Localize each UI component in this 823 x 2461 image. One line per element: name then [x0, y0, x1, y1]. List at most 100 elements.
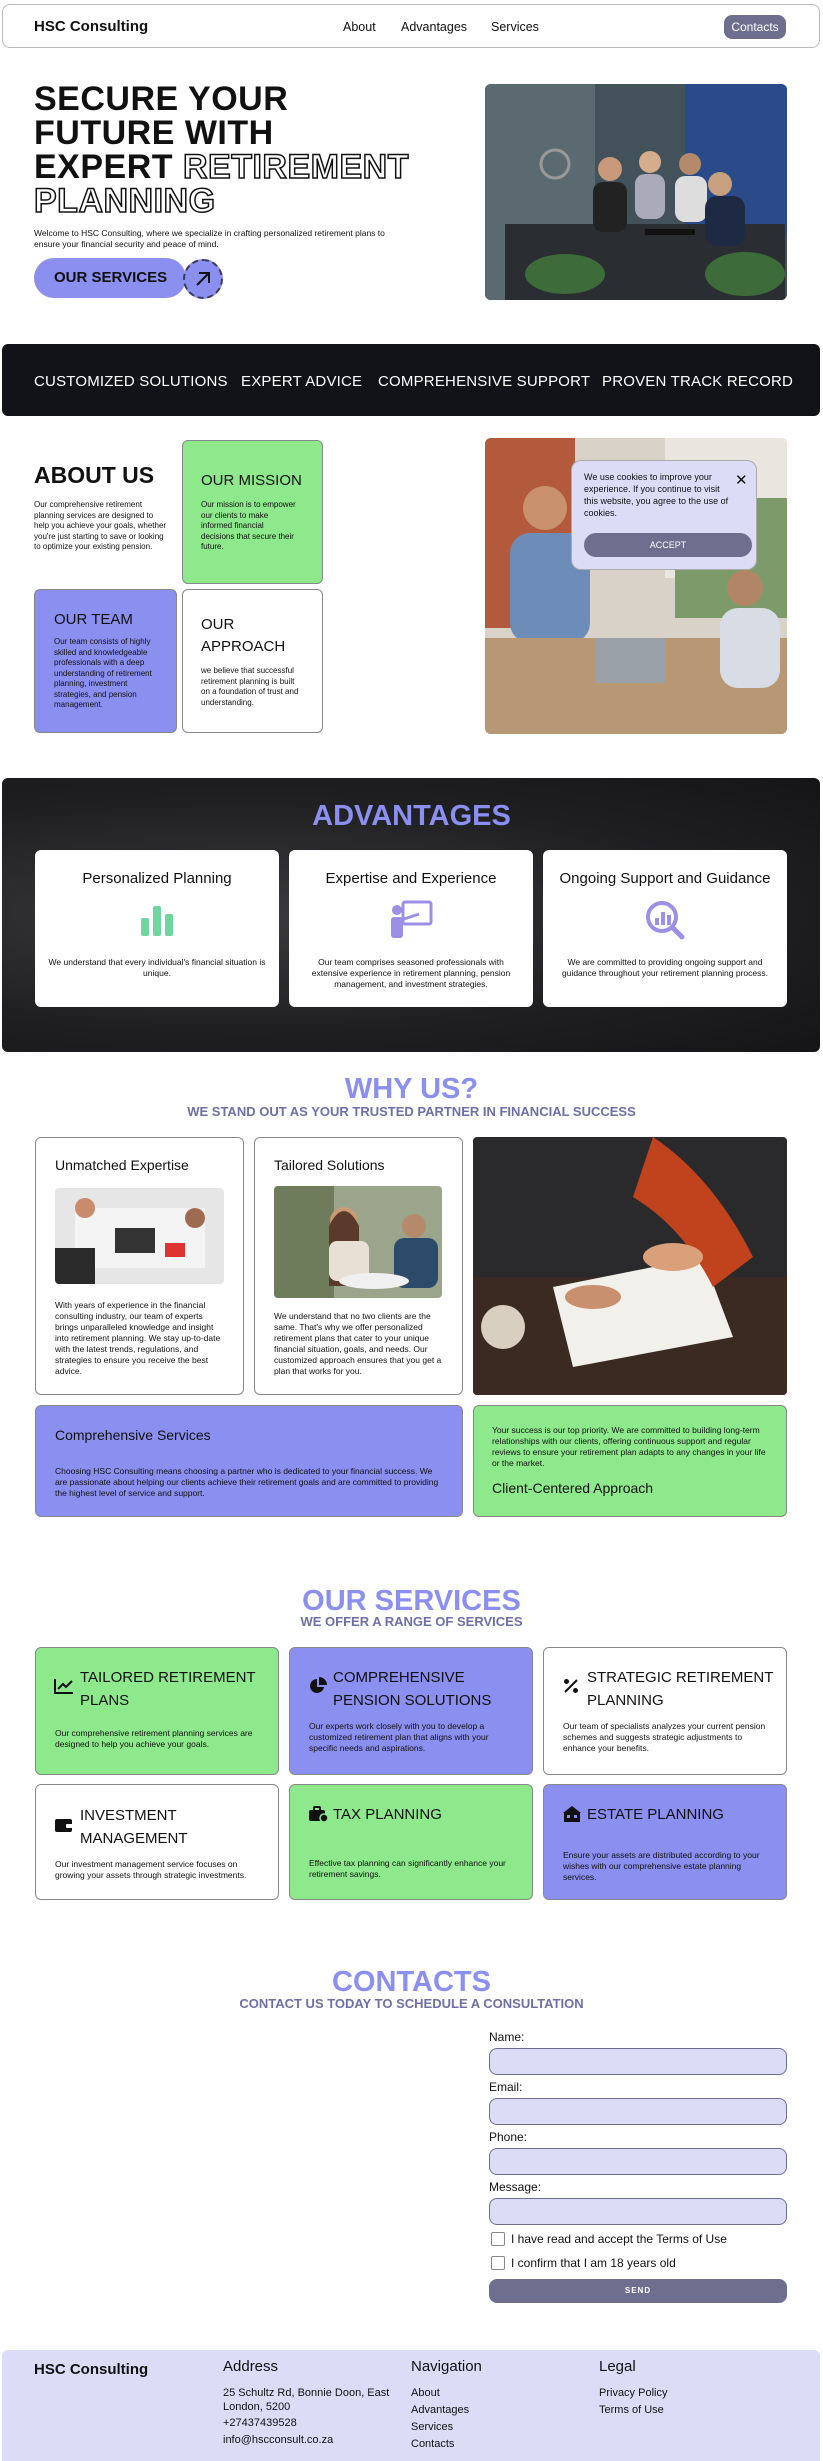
advantage-text: We are committed to providing ongoing su…	[561, 957, 769, 978]
message-field[interactable]	[489, 2198, 787, 2225]
nav-advantages[interactable]: Advantages	[401, 20, 467, 34]
footer-logo[interactable]: HSC Consulting	[34, 2361, 148, 2378]
approach-title: OUR APPROACH	[201, 616, 286, 655]
service-card[interactable]	[289, 1784, 533, 1900]
team-text: Our team consists of highly skilled and …	[54, 637, 152, 709]
expertise-photo	[55, 1188, 224, 1284]
service-text: Our experts work closely with you to dev…	[309, 1721, 489, 1753]
email-label: Email:	[489, 2080, 523, 2094]
comprehensive-card	[35, 1405, 463, 1517]
pie-chart-icon	[309, 1677, 327, 1700]
service-title: ESTATE PLANNING	[587, 1806, 724, 1823]
percent-icon	[563, 1678, 579, 1699]
advantage-text: Our team comprises seasoned professional…	[311, 957, 511, 989]
hero-title-outline: RETIREMENT	[182, 148, 409, 186]
close-icon[interactable]: ✕	[735, 471, 748, 489]
footer-phone[interactable]: +27437439528	[223, 2416, 297, 2430]
name-field[interactable]	[489, 2048, 787, 2075]
age-checkbox[interactable]	[491, 2256, 505, 2270]
service-title: INVESTMENT MANAGEMENT	[80, 1807, 188, 1847]
magnify-chart-icon	[645, 900, 685, 945]
comprehensive-text: Choosing HSC Consulting means choosing a…	[55, 1466, 439, 1498]
mission-text: Our mission is to empower our clients to…	[201, 500, 296, 551]
about-title: ABOUT US	[34, 462, 155, 488]
client-centered-text: Your success is our top priority. We are…	[492, 1425, 766, 1468]
tailored-photo	[274, 1186, 442, 1298]
phone-field[interactable]	[489, 2148, 787, 2175]
about-description: Our comprehensive retirement planning se…	[34, 500, 167, 551]
phone-label: Phone:	[489, 2130, 528, 2144]
why-subtitle: WE STAND OUT AS YOUR TRUSTED PARTNER IN …	[187, 1104, 636, 1119]
advantage-title: Personalized Planning	[82, 870, 232, 887]
services-subtitle: WE OFFER A RANGE OF SERVICES	[300, 1614, 523, 1629]
terms-of-use-link[interactable]: Terms of Use	[599, 2403, 664, 2417]
team-title: OUR TEAM	[54, 611, 133, 628]
hero-description: Welcome to HSC Consulting, where we spec…	[34, 228, 385, 249]
estate-icon	[563, 1806, 581, 1827]
service-text: Our comprehensive retirement planning se…	[55, 1728, 253, 1749]
approach-text: we believe that successful retirement pl…	[201, 666, 299, 707]
email-field[interactable]	[489, 2098, 787, 2125]
approach-card	[182, 589, 323, 733]
service-text: Effective tax planning can significantly…	[309, 1858, 506, 1879]
service-text: Our team of specialists analyzes your cu…	[563, 1721, 766, 1753]
comprehensive-title: Comprehensive Services	[55, 1427, 211, 1443]
contacts-subtitle: CONTACT US TODAY TO SCHEDULE A CONSULTAT…	[239, 1996, 584, 2011]
message-label: Message:	[489, 2180, 542, 2194]
send-button[interactable]: SEND	[489, 2279, 787, 2303]
hero-title-line: EXPERT	[34, 148, 183, 186]
hero-title-line: FUTURE WITH	[34, 114, 274, 152]
terms-label: I have read and accept the Terms of Use	[511, 2232, 727, 2246]
hero-title-outline: PLANNING	[33, 182, 216, 220]
nav-services[interactable]: Services	[491, 20, 539, 34]
contacts-button[interactable]: Contacts	[724, 15, 786, 39]
advantages-title: ADVANTAGES	[312, 800, 511, 832]
expertise-title: Unmatched Expertise	[55, 1157, 189, 1173]
tax-icon	[309, 1806, 329, 1827]
service-title: COMPREHENSIVE PENSION SOLUTIONS	[333, 1669, 492, 1709]
advantage-text: We understand that every individual's fi…	[48, 957, 266, 978]
highlight-item: CUSTOMIZED SOLUTIONS	[34, 373, 228, 390]
signing-photo	[473, 1137, 787, 1395]
highlight-item: EXPERT ADVICE	[241, 373, 363, 390]
privacy-policy-link[interactable]: Privacy Policy	[599, 2386, 667, 2400]
nav-about[interactable]: About	[343, 20, 376, 34]
presenter-icon	[389, 900, 433, 945]
service-text: Our investment management service focuse…	[55, 1859, 247, 1880]
site-logo[interactable]: HSC Consulting	[34, 18, 148, 35]
arrow-up-right-icon[interactable]	[183, 259, 223, 299]
footer-nav-about[interactable]: About	[411, 2386, 440, 2400]
highlight-item: COMPREHENSIVE SUPPORT	[378, 373, 591, 390]
bar-chart-icon	[139, 902, 175, 943]
trend-icon	[54, 1678, 74, 1699]
age-label: I confirm that I am 18 years old	[511, 2256, 676, 2270]
footer-nav-contacts[interactable]: Contacts	[411, 2437, 454, 2451]
service-title: TAX PLANNING	[333, 1806, 442, 1823]
name-label: Name:	[489, 2030, 525, 2044]
highlight-item: PROVEN TRACK RECORD	[602, 373, 794, 390]
service-text: Ensure your assets are distributed accor…	[563, 1850, 760, 1882]
client-centered-title: Client-Centered Approach	[492, 1480, 654, 1496]
terms-checkbox[interactable]	[491, 2232, 505, 2246]
footer-nav-advantages[interactable]: Advantages	[411, 2403, 469, 2417]
hero-team-photo	[485, 84, 787, 300]
advantage-title: Expertise and Experience	[325, 870, 497, 887]
hero-title-line: SECURE YOUR	[34, 80, 289, 118]
footer-navigation-heading: Navigation	[411, 2358, 482, 2375]
mission-title: OUR MISSION	[201, 472, 302, 489]
hero-title: SECURE YOUR FUTURE WITH EXPERT RETIREMEN…	[33, 80, 474, 220]
our-services-button[interactable]: OUR SERVICES	[34, 258, 186, 298]
expertise-text: With years of experience in the financia…	[55, 1300, 221, 1376]
footer-legal-heading: Legal	[599, 2358, 636, 2375]
wallet-icon	[55, 1817, 73, 1838]
accept-cookies-button[interactable]: ACCEPT	[584, 533, 752, 557]
service-title: STRATEGIC RETIREMENT PLANNING	[587, 1669, 774, 1709]
tailored-text: We understand that no two clients are th…	[274, 1311, 442, 1376]
footer-email[interactable]: info@hscconsult.co.za	[223, 2433, 333, 2447]
footer-nav-services[interactable]: Services	[411, 2420, 453, 2434]
cookie-text: We use cookies to improve your experienc…	[584, 472, 729, 518]
service-title: TAILORED RETIREMENT PLANS	[80, 1669, 256, 1709]
advantage-title: Ongoing Support and Guidance	[559, 870, 771, 887]
why-title: WHY US?	[344, 1073, 479, 1105]
footer-address-heading: Address	[223, 2358, 279, 2375]
